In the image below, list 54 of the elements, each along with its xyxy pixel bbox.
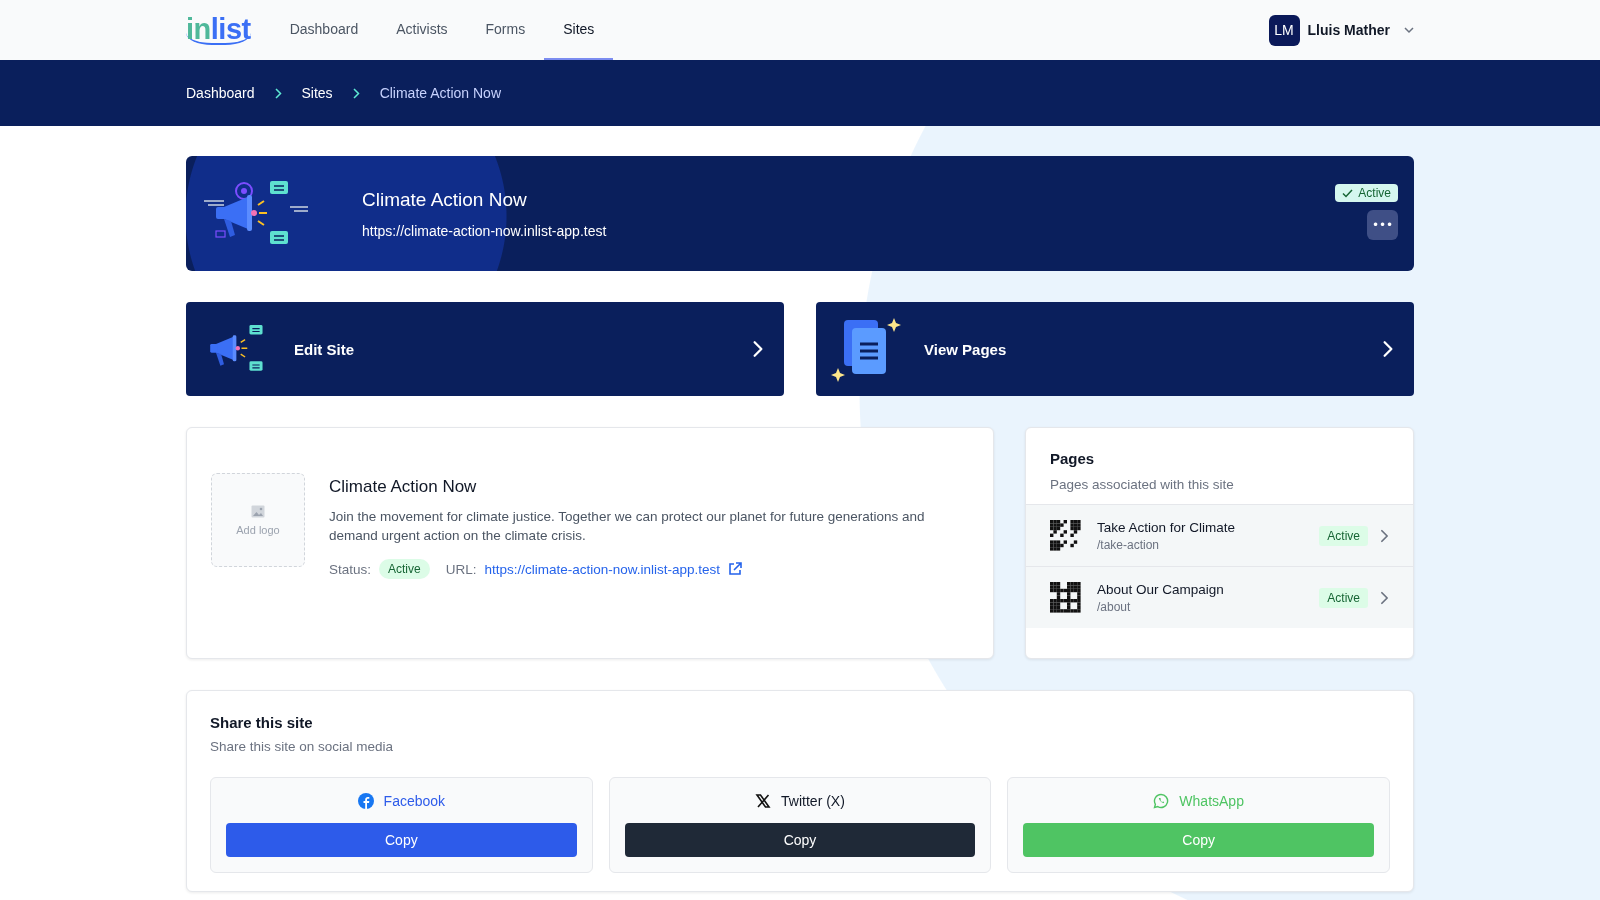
- site-title: Climate Action Now: [362, 188, 528, 211]
- x-logo-icon: [755, 793, 772, 809]
- copy-button[interactable]: Copy: [226, 823, 577, 857]
- chevron-down-icon[interactable]: [1404, 25, 1414, 35]
- page-list-item[interactable]: About Our Campaign /about Active: [1026, 566, 1413, 628]
- breadcrumb-link[interactable]: Dashboard: [186, 85, 255, 101]
- status-label: Status:: [329, 561, 372, 577]
- card-subtitle: Pages associated with this site: [1050, 477, 1235, 492]
- site-link[interactable]: https://climate-action-now.inlist-app.test: [484, 561, 721, 577]
- site-description: Join the movement for climate justice. Together we can protect our planet for future generations and demand urgent action on the climate crisis.: [329, 508, 926, 545]
- page-list-item[interactable]: Take Action for Climate /take-action Active: [1026, 504, 1413, 566]
- page-path: /about: [1097, 599, 1132, 614]
- nav-tab[interactable]: Activists: [377, 0, 467, 60]
- page-title: Take Action for Climate: [1097, 519, 1236, 535]
- breadcrumb-link[interactable]: Sites: [301, 85, 333, 101]
- site-url: https://climate-action-now.inlist-app.test: [362, 222, 607, 239]
- qr-code-icon: [1050, 582, 1081, 613]
- card-subtitle: Share this site on social media: [210, 739, 395, 754]
- user-avatar[interactable]: LM: [1268, 14, 1300, 46]
- share-platform-label: WhatsApp: [1179, 793, 1244, 809]
- chevron-right-icon: [1380, 528, 1389, 543]
- user-name[interactable]: Lluis Mather: [1307, 22, 1390, 38]
- url-label: URL:: [445, 561, 477, 577]
- image-icon: [251, 504, 265, 518]
- nav-tab[interactable]: Dashboard: [270, 0, 378, 60]
- facebook-icon: [357, 793, 374, 809]
- action-card[interactable]: Edit Site: [186, 302, 784, 396]
- whatsapp-icon: [1153, 793, 1170, 809]
- status-badge: Active: [1319, 587, 1368, 608]
- action-label[interactable]: Edit Site: [294, 340, 354, 358]
- page-path: /take-action: [1097, 537, 1161, 552]
- check-icon: [1342, 188, 1354, 198]
- status-badge: Active: [379, 559, 430, 579]
- site-name: Climate Action Now: [329, 477, 478, 497]
- page-title: About Our Campaign: [1097, 581, 1224, 597]
- card-title: Pages: [1050, 450, 1096, 467]
- qr-code-icon: [1050, 520, 1081, 551]
- inlist-logo[interactable]: inlist: [186, 15, 251, 45]
- card-title: Share this site: [210, 714, 314, 731]
- external-link-icon[interactable]: [728, 562, 743, 576]
- chevron-right-icon: [274, 87, 282, 99]
- status-text: Active: [1358, 186, 1391, 200]
- chevron-right-icon: [752, 340, 764, 358]
- chevron-right-icon: [1382, 340, 1394, 358]
- chevron-right-icon: [1380, 590, 1389, 605]
- action-card[interactable]: View Pages: [816, 302, 1414, 396]
- chevron-right-icon: [352, 87, 360, 99]
- status-badge: Active: [1319, 525, 1368, 546]
- share-platform-label: Twitter (X): [781, 793, 845, 809]
- share-platform-label: Facebook: [383, 793, 446, 809]
- action-label[interactable]: View Pages: [924, 340, 1007, 358]
- copy-button[interactable]: Copy: [624, 823, 976, 857]
- nav-tab[interactable]: Forms: [466, 0, 545, 60]
- more-button[interactable]: •••: [1367, 210, 1398, 240]
